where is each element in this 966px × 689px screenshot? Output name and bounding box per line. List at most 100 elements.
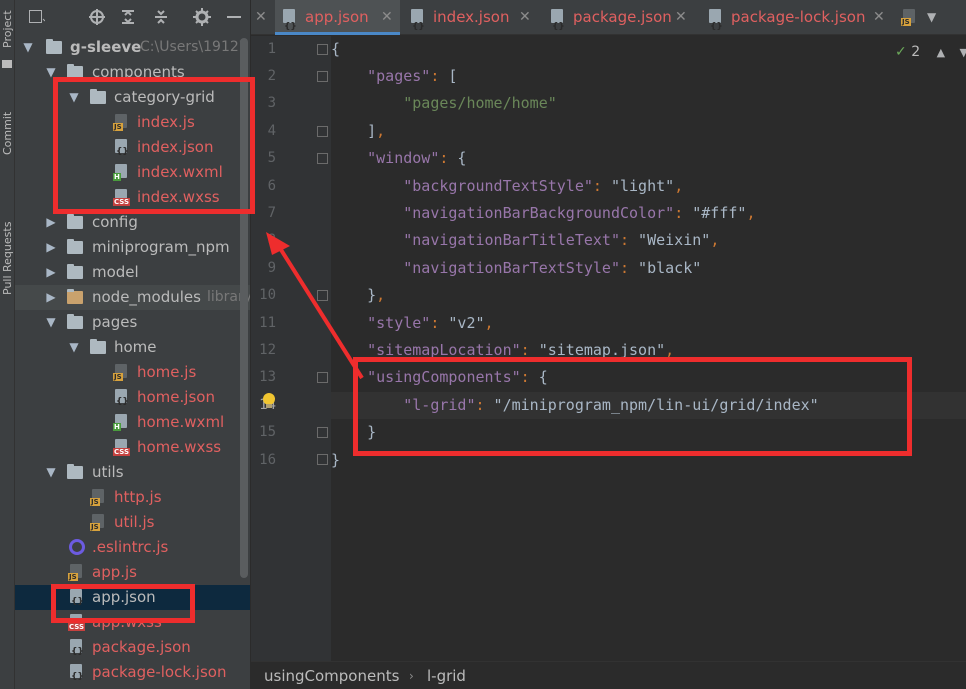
- tree-item-node-modules[interactable]: ▶ node_modules library: [15, 285, 250, 310]
- code-token: "pages/home/home": [403, 94, 557, 112]
- tree-item-home-wxss[interactable]: CSS home.wxss: [15, 435, 250, 460]
- annotation-box-using-components: [353, 357, 912, 456]
- tab-label: index.json: [433, 8, 510, 26]
- folder-icon: [67, 264, 83, 279]
- tree-item-util-js[interactable]: JS util.js: [15, 510, 250, 535]
- close-icon[interactable]: ✕: [519, 0, 531, 35]
- js-file-icon: JS: [90, 514, 107, 531]
- fold-marker[interactable]: [317, 290, 328, 301]
- code-token: "navigationBarBackgroundColor": "#fff",: [403, 204, 756, 222]
- tree-item-pages[interactable]: ▼ pages: [15, 310, 250, 335]
- close-icon[interactable]: ✕: [381, 0, 393, 35]
- css-file-icon: CSS: [113, 439, 131, 456]
- fold-marker[interactable]: [317, 454, 328, 465]
- tree-item-home[interactable]: ▼ home: [15, 335, 250, 360]
- commit-tool-tab[interactable]: Commit: [0, 95, 14, 155]
- fold-marker[interactable]: [317, 126, 328, 137]
- fold-marker[interactable]: [317, 44, 328, 55]
- tree-item-home-js[interactable]: JS home.js: [15, 360, 250, 385]
- tab-index-json[interactable]: {} index.json ✕: [403, 0, 541, 35]
- close-icon[interactable]: ✕: [873, 0, 885, 35]
- wxml-file-icon: H: [113, 414, 130, 431]
- fold-marker[interactable]: [317, 372, 328, 383]
- json-file-icon: {}: [113, 389, 130, 407]
- code-token: },: [331, 286, 386, 304]
- minimize-icon[interactable]: [224, 7, 244, 27]
- tree-item-label: home.json: [137, 388, 215, 406]
- tree-item-package-json[interactable]: {} package.json: [15, 635, 250, 660]
- code-line-4: ],: [331, 118, 385, 145]
- tree-item-miniprogram-npm[interactable]: ▶ miniprogram_npm: [15, 235, 250, 260]
- code-token: "pages": [: [367, 67, 458, 85]
- tab-package-lock-json[interactable]: {} package-lock.json ✕: [701, 0, 896, 35]
- line-number: 11: [259, 315, 276, 331]
- chevron-down-icon[interactable]: ▼: [44, 310, 58, 335]
- code-token: "navigationBarTextStyle": "black": [403, 259, 702, 277]
- chevron-right-icon[interactable]: ▶: [44, 235, 58, 260]
- code-token: "style": "v2",: [367, 314, 494, 332]
- chevron-right-icon[interactable]: ▶: [44, 285, 58, 310]
- tree-item-utils[interactable]: ▼ utils: [15, 460, 250, 485]
- collapse-all-icon[interactable]: [151, 7, 171, 27]
- tree-item-home-wxml[interactable]: H home.wxml: [15, 410, 250, 435]
- tree-item-package-lock-json[interactable]: {} package-lock.json: [15, 660, 250, 685]
- project-tool-tab[interactable]: Project: [0, 0, 14, 48]
- annotation-box-app-json: [51, 584, 195, 623]
- chevron-down-icon[interactable]: ▼: [67, 335, 81, 360]
- chevron-down-icon[interactable]: ▼: [21, 35, 35, 60]
- pull-requests-tool-tab[interactable]: Pull Requests: [0, 195, 14, 295]
- breadcrumb-item[interactable]: usingComponents: [264, 662, 399, 689]
- tree-item-label: home.wxss: [137, 438, 222, 456]
- chevron-up-icon[interactable]: ▲: [937, 46, 945, 59]
- code-line-2: "pages": [: [331, 63, 457, 90]
- chevron-down-icon[interactable]: ▼: [959, 46, 966, 59]
- js-file-icon: JS: [90, 489, 107, 506]
- tab-list-chevron-down-icon[interactable]: ▼: [927, 0, 936, 35]
- json-file-icon: {}: [409, 9, 425, 32]
- line-number: 10: [259, 287, 276, 303]
- tab-app-json[interactable]: {} app.json ✕: [275, 0, 400, 35]
- code-line-6: "backgroundTextStyle": "light",: [331, 173, 683, 200]
- line-number: 1: [267, 41, 276, 57]
- fold-marker[interactable]: [317, 427, 328, 438]
- tree-item-label: miniprogram_npm: [92, 238, 230, 256]
- tree-item-label: package.json: [92, 638, 191, 656]
- locate-file-icon[interactable]: [87, 7, 107, 27]
- gear-icon[interactable]: [192, 7, 212, 27]
- close-icon[interactable]: ✕: [675, 0, 687, 35]
- breadcrumb-item[interactable]: l-grid: [427, 662, 466, 689]
- tree-item-app-js[interactable]: JS app.js: [15, 560, 250, 585]
- tree-item-eslintrc[interactable]: .eslintrc.js: [15, 535, 250, 560]
- fold-marker[interactable]: [317, 153, 328, 164]
- code-editor[interactable]: { "pages": [ "pages/home/home" ], "windo…: [331, 36, 966, 661]
- chevron-right-icon: ›: [409, 669, 414, 683]
- tree-item-http-js[interactable]: JS http.js: [15, 485, 250, 510]
- json-file-icon: {}: [68, 664, 85, 682]
- tree-item-label: node_modules: [92, 288, 201, 306]
- tree-item-home-json[interactable]: {} home.json: [15, 385, 250, 410]
- chevron-down-icon[interactable]: ▼: [44, 460, 58, 485]
- tab-scroll-close-icon[interactable]: ✕: [255, 0, 267, 35]
- root-path: C:\Users\19127: [140, 39, 248, 55]
- tree-item-label: util.js: [114, 513, 155, 531]
- tree-item-label: utils: [92, 463, 124, 481]
- breadcrumb: usingComponents › l-grid: [251, 661, 966, 689]
- line-number: 9: [267, 260, 276, 276]
- view-mode-icon[interactable]: [27, 7, 47, 27]
- tab-package-json[interactable]: {} package.json ✕: [543, 0, 699, 35]
- folder-icon: [67, 239, 83, 254]
- chevron-right-icon[interactable]: ▶: [44, 260, 58, 285]
- code-line-5: "window": {: [331, 145, 466, 172]
- expand-all-icon[interactable]: [118, 7, 138, 27]
- tree-root[interactable]: ▼ g-sleeve C:\Users\19127: [15, 35, 250, 60]
- annotation-box-category-grid: [53, 77, 255, 214]
- inspection-widget[interactable]: ✓ 2 ▲ ▼: [895, 42, 966, 62]
- js-file-icon: JS: [68, 564, 85, 581]
- tree-item-model[interactable]: ▶ model: [15, 260, 250, 285]
- folder-icon: [46, 39, 62, 54]
- folder-icon: [67, 464, 83, 479]
- fold-marker[interactable]: [317, 71, 328, 82]
- js-file-icon[interactable]: JS: [901, 9, 918, 26]
- tool-window-strip: Project Commit Pull Requests: [0, 0, 15, 689]
- lightbulb-icon[interactable]: [263, 393, 275, 408]
